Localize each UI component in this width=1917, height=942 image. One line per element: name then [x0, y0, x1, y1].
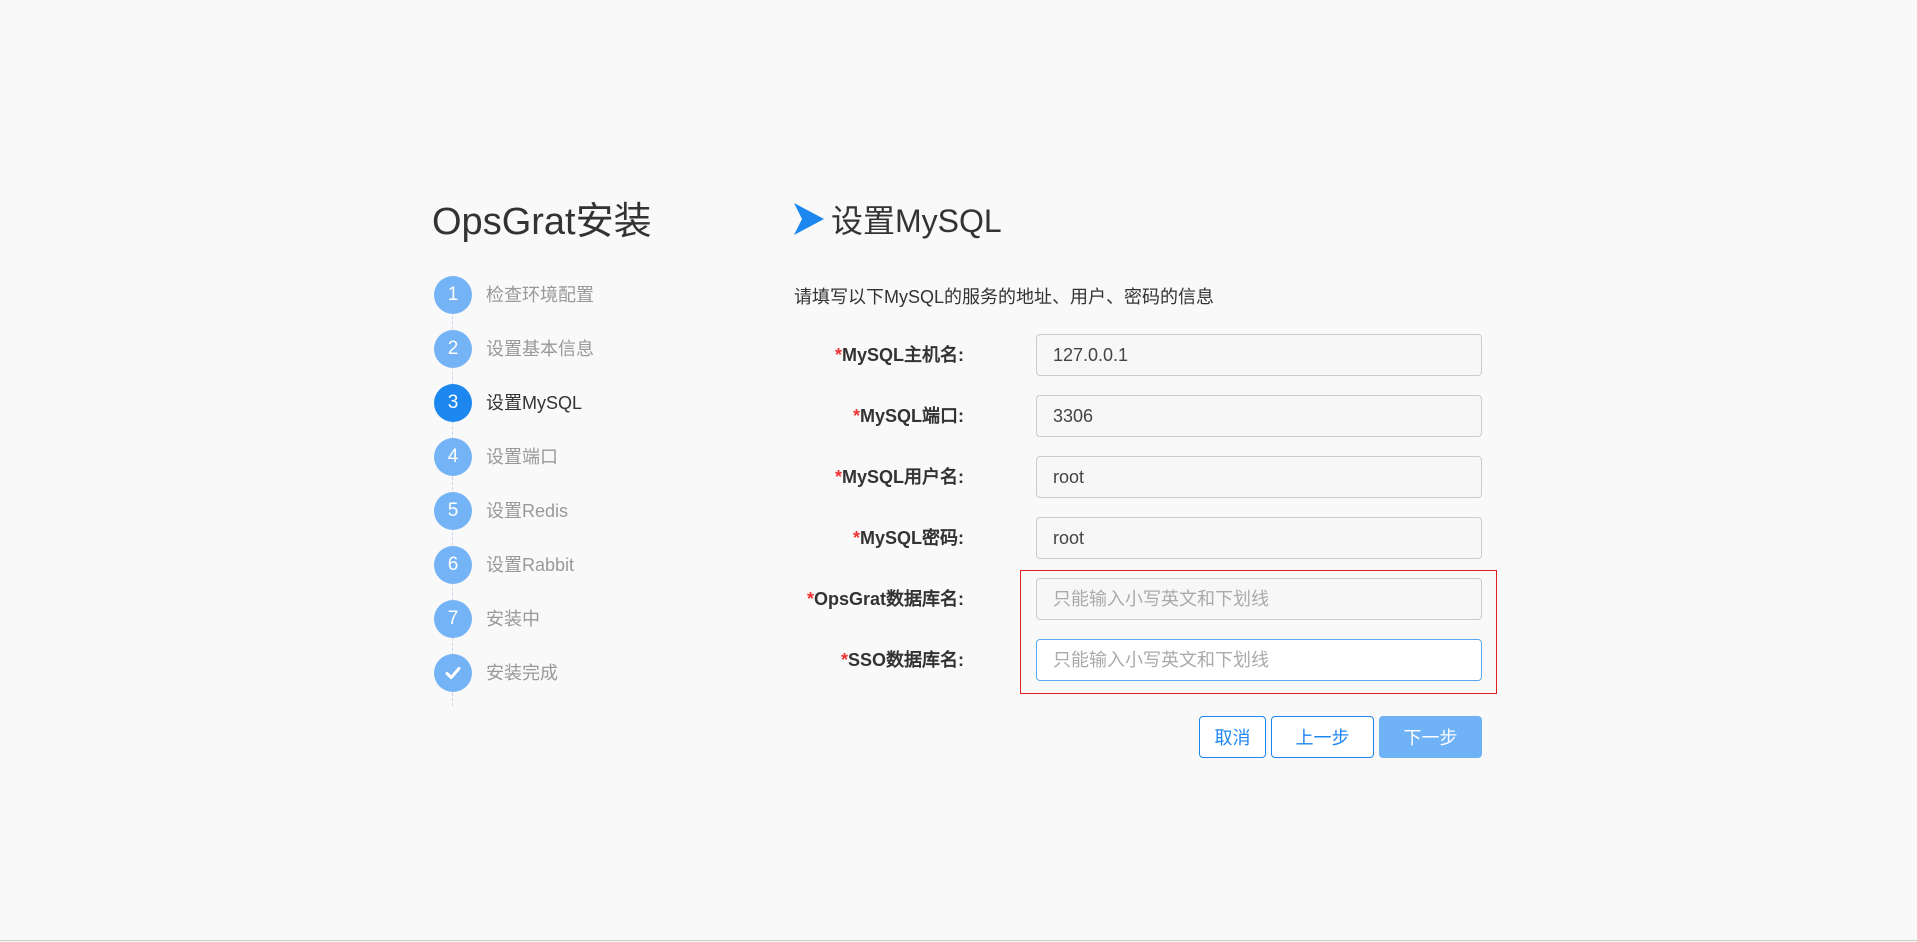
- form-row-opsgrat-db: *OpsGrat数据库名:: [794, 578, 1484, 639]
- step-item-active: 3 设置MySQL: [432, 384, 692, 438]
- mysql-form: *MySQL主机名: *MySQL端口: *MySQL用户名: *MySQL密码…: [794, 334, 1484, 700]
- section-intro: 请填写以下MySQL的服务的地址、用户、密码的信息: [794, 287, 1215, 307]
- required-mark: *: [834, 345, 842, 365]
- mysql-host-input[interactable]: [1036, 334, 1482, 376]
- previous-step-button[interactable]: 上一步: [1271, 716, 1374, 758]
- bottom-divider: [0, 940, 1917, 941]
- step-number: 2: [434, 330, 472, 368]
- field-label-text: MySQL主机名:: [841, 345, 964, 365]
- step-label: 检查环境配置: [486, 285, 594, 305]
- step-number: 6: [434, 546, 472, 584]
- step-label: 设置端口: [486, 447, 558, 467]
- field-label: *OpsGrat数据库名:: [807, 578, 964, 620]
- required-mark: *: [834, 467, 842, 487]
- cancel-button[interactable]: 取消: [1199, 716, 1266, 758]
- required-mark: *: [852, 406, 860, 426]
- field-label: *MySQL主机名:: [835, 334, 964, 376]
- field-label-text: OpsGrat数据库名:: [813, 589, 964, 609]
- mysql-username-input[interactable]: [1036, 456, 1482, 498]
- form-row-sso-db: *SSO数据库名:: [794, 639, 1484, 700]
- step-item: 5 设置Redis: [432, 492, 692, 546]
- step-list: 1 检查环境配置 2 设置基本信息 3 设置MySQL 4 设置端口 5 设置R…: [432, 276, 692, 708]
- field-label-text: SSO数据库名:: [847, 650, 964, 670]
- required-mark: *: [806, 589, 814, 609]
- step-label: 安装中: [486, 609, 540, 629]
- arrow-right-icon: [793, 201, 825, 237]
- form-row-mysql-user: *MySQL用户名:: [794, 456, 1484, 517]
- step-number: 1: [434, 276, 472, 314]
- section-title: 设置MySQL: [831, 203, 1002, 239]
- app-title: OpsGrat安装: [432, 201, 652, 243]
- step-number: 7: [434, 600, 472, 638]
- step-number: 4: [434, 438, 472, 476]
- step-item: 2 设置基本信息: [432, 330, 692, 384]
- opsgrat-db-name-input[interactable]: [1036, 578, 1482, 620]
- field-label-text: MySQL用户名:: [841, 467, 964, 487]
- step-number: 5: [434, 492, 472, 530]
- field-label: *MySQL密码:: [853, 517, 964, 559]
- field-label-text: MySQL密码:: [859, 528, 964, 548]
- step-label: 设置Redis: [486, 501, 569, 521]
- step-label: 安装完成: [486, 663, 558, 683]
- step-label: 设置基本信息: [486, 339, 594, 359]
- required-mark: *: [840, 650, 848, 670]
- field-label: *MySQL用户名:: [835, 456, 964, 498]
- installer-page: OpsGrat安装 1 检查环境配置 2 设置基本信息 3 设置MySQL 4 …: [0, 0, 1917, 942]
- form-row-mysql-host: *MySQL主机名:: [794, 334, 1484, 395]
- step-item: 1 检查环境配置: [432, 276, 692, 330]
- field-label-text: MySQL端口:: [859, 406, 964, 426]
- mysql-port-input[interactable]: [1036, 395, 1482, 437]
- required-mark: *: [852, 528, 860, 548]
- step-item: 6 设置Rabbit: [432, 546, 692, 600]
- step-item: 7 安装中: [432, 600, 692, 654]
- step-item: 4 设置端口: [432, 438, 692, 492]
- field-label: *SSO数据库名:: [841, 639, 964, 681]
- step-number: 3: [434, 384, 472, 422]
- field-label: *MySQL端口:: [853, 395, 964, 437]
- mysql-password-input[interactable]: [1036, 517, 1482, 559]
- sso-db-name-input[interactable]: [1036, 639, 1482, 681]
- check-icon: [434, 654, 472, 692]
- form-actions: 取消 上一步 下一步: [1199, 716, 1482, 758]
- step-label: 设置Rabbit: [486, 555, 575, 575]
- form-row-mysql-password: *MySQL密码:: [794, 517, 1484, 578]
- next-step-button[interactable]: 下一步: [1379, 716, 1482, 758]
- step-item: 安装完成: [432, 654, 692, 708]
- section-header: 设置MySQL: [793, 196, 1002, 242]
- step-label: 设置MySQL: [486, 393, 583, 413]
- form-row-mysql-port: *MySQL端口:: [794, 395, 1484, 456]
